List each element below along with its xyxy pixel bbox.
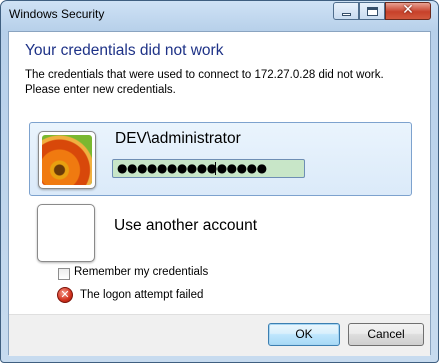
cancel-button[interactable]: Cancel [348, 323, 424, 346]
text-caret [215, 162, 216, 175]
remember-label[interactable]: Remember my credentials [74, 266, 208, 278]
password-field[interactable]: ●●●●●●●●●●●●●●● [112, 159, 305, 178]
password-mask: ●●●●●●●●●●●●●●● [117, 161, 267, 175]
account-tile-administrator[interactable]: DEV\administrator ●●●●●●●●●●●●●●● [29, 122, 412, 196]
close-button[interactable]: ✕ [385, 2, 431, 20]
error-text: The logon attempt failed [80, 289, 204, 301]
minimize-icon [342, 13, 351, 16]
close-icon: ✕ [402, 2, 414, 18]
use-another-account-label: Use another account [114, 217, 258, 234]
dialog-body: Your credentials did not work The creden… [8, 31, 431, 355]
account-tile-other[interactable]: Use another account [29, 196, 412, 270]
dialog-heading: Your credentials did not work [25, 42, 224, 59]
remember-checkbox[interactable] [58, 268, 70, 280]
credentials-dialog: Windows Security ✕ Your credentials did … [0, 0, 439, 363]
user-avatar [38, 131, 96, 189]
maximize-button[interactable] [359, 2, 385, 20]
error-icon: ✕ [57, 287, 73, 303]
blank-avatar [37, 204, 95, 262]
maximize-icon [367, 7, 378, 16]
title-bar[interactable]: Windows Security ✕ [1, 1, 438, 31]
flower-avatar-image [42, 135, 92, 185]
button-bar: OK Cancel [9, 314, 430, 356]
dialog-description: The credentials that were used to connec… [25, 69, 384, 96]
account-username: DEV\administrator [115, 130, 241, 147]
minimize-button[interactable] [333, 2, 359, 20]
window-title: Windows Security [9, 7, 105, 21]
ok-button[interactable]: OK [268, 323, 340, 346]
